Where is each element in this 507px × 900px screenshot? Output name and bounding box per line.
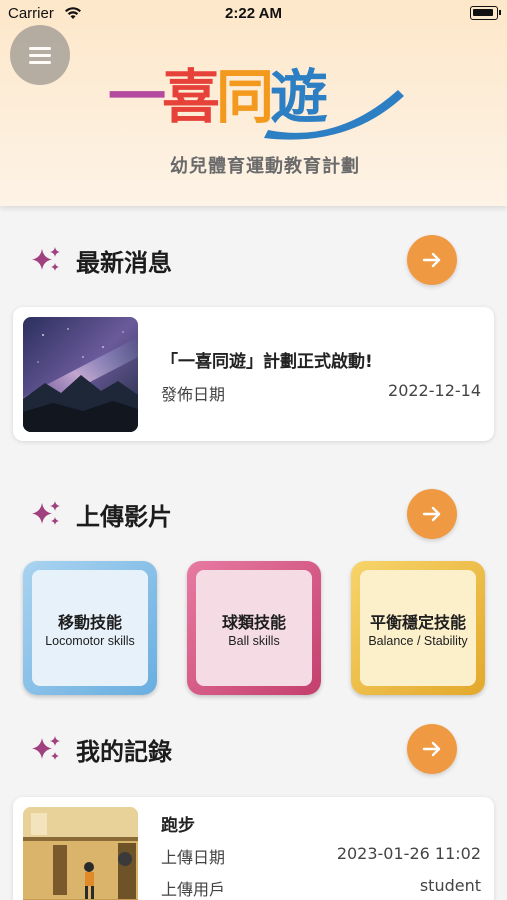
record-user-label: 上傳用戶 — [161, 880, 226, 899]
news-date-value: 2022-12-14 — [388, 381, 481, 400]
records-section-header: 我的記錄 — [30, 729, 172, 769]
upload-section-title: 上傳影片 — [76, 502, 172, 531]
record-thumbnail — [23, 807, 138, 900]
hamburger-line — [29, 54, 51, 57]
skill-tile-inner: 球類技能 Ball skills — [196, 570, 312, 686]
skill-name-zh: 平衡穩定技能 — [369, 612, 466, 632]
record-card[interactable]: 跑步 上傳日期 2023-01-26 11:02 上傳用戶 student — [13, 797, 494, 900]
news-title: 「一喜同遊」計劃正式啟動! — [161, 352, 373, 372]
skill-name-en: Locomotor skills — [45, 633, 135, 648]
menu-button[interactable] — [10, 25, 70, 85]
record-date-value: 2023-01-26 11:02 — [336, 844, 481, 863]
news-card[interactable]: 「一喜同遊」計劃正式啟動! 發佈日期 2022-12-14 — [13, 307, 494, 441]
sparkle-icon — [32, 247, 60, 271]
skill-name-zh: 移動技能 — [57, 612, 122, 632]
news-section-header: 最新消息 — [30, 240, 172, 280]
hamburger-line — [29, 61, 51, 64]
app-header: Carrier 2:22 AM 一喜同遊 幼兒體育運動教育計劃 — [0, 0, 507, 206]
news-section-title: 最新消息 — [76, 248, 172, 277]
skill-tile-inner: 平衡穩定技能 Balance / Stability — [360, 570, 476, 686]
hamburger-menu-icon — [29, 47, 51, 50]
locomotor-skills-tile[interactable]: 移動技能 Locomotor skills — [23, 561, 157, 695]
skill-tile-inner: 移動技能 Locomotor skills — [32, 570, 148, 686]
upload-more-button[interactable] — [407, 489, 457, 539]
app-logo: 一喜同遊 幼兒體育運動教育計劃 — [108, 62, 408, 182]
logo-char: 喜 — [162, 63, 220, 131]
skill-name-en: Ball skills — [228, 633, 280, 648]
record-date-label: 上傳日期 — [161, 848, 226, 867]
news-date-label: 發佈日期 — [161, 385, 226, 404]
records-section-title: 我的記錄 — [76, 737, 172, 766]
news-thumbnail — [23, 317, 138, 432]
status-time: 2:22 AM — [225, 5, 282, 22]
record-user-value: student — [419, 876, 481, 895]
skill-name-en: Balance / Stability — [368, 633, 468, 648]
arrow-right-icon — [422, 741, 441, 757]
skill-name-zh: 球類技能 — [221, 612, 286, 632]
status-bar: Carrier 2:22 AM — [0, 0, 507, 28]
ball-skills-tile[interactable]: 球類技能 Ball skills — [187, 561, 321, 695]
arrow-right-icon — [422, 506, 441, 522]
balance-stability-tile[interactable]: 平衡穩定技能 Balance / Stability — [351, 561, 485, 695]
upload-section-header: 上傳影片 — [30, 494, 172, 534]
records-more-button[interactable] — [407, 724, 457, 774]
record-title: 跑步 — [161, 816, 195, 836]
news-more-button[interactable] — [407, 235, 457, 285]
app-subtitle: 幼兒體育運動教育計劃 — [170, 156, 360, 177]
logo-char: 一 — [108, 63, 166, 131]
logo-swoosh-icon — [264, 90, 404, 140]
sparkle-icon — [32, 736, 60, 760]
battery-icon — [470, 6, 501, 20]
arrow-right-icon — [422, 252, 441, 268]
sparkle-icon — [32, 501, 60, 525]
